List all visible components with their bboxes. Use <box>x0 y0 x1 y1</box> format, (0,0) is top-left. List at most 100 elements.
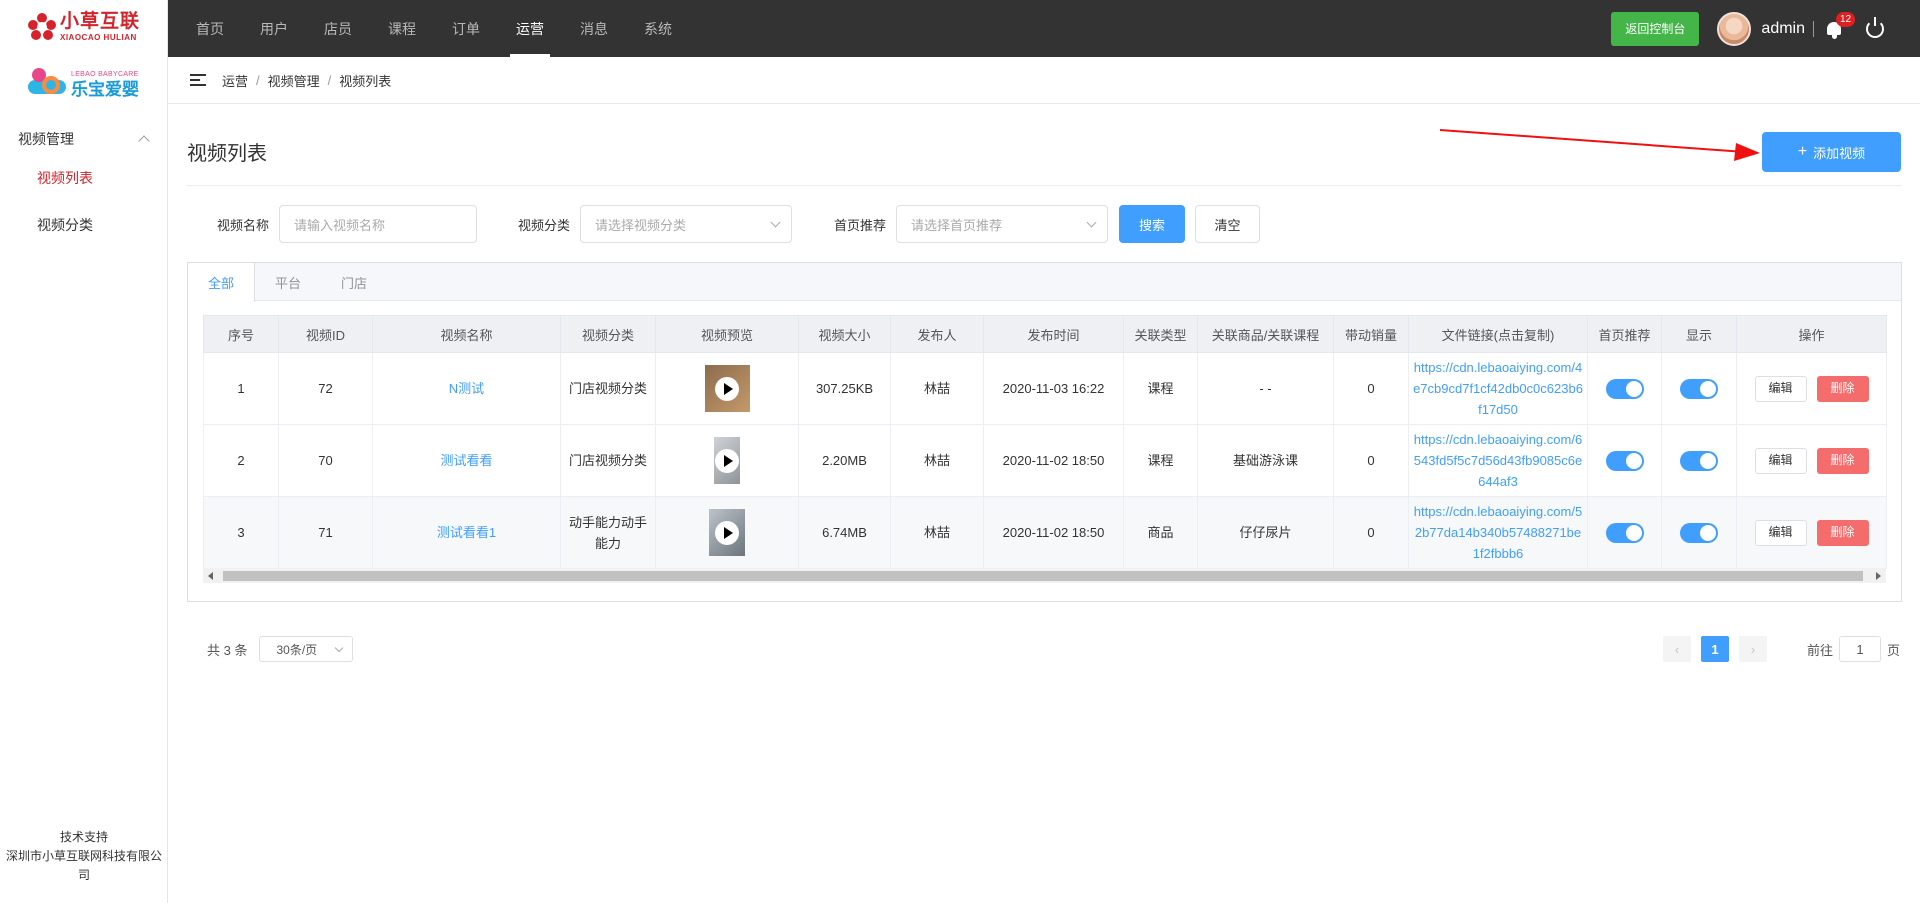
nav-courses[interactable]: 课程 <box>370 0 434 57</box>
tab-all[interactable]: 全部 <box>188 263 256 302</box>
col-rel-type: 关联类型 <box>1123 315 1198 353</box>
edit-button[interactable]: 编辑 <box>1754 519 1807 546</box>
avatar[interactable] <box>1717 11 1752 46</box>
search-button[interactable]: 搜索 <box>1119 205 1185 243</box>
cell-publisher: 林喆 <box>890 424 984 497</box>
next-page-button[interactable]: › <box>1739 636 1767 662</box>
page-size-value: 30条/页 <box>276 642 318 657</box>
video-thumbnail[interactable] <box>704 365 750 412</box>
video-name-link[interactable]: 测试看看1 <box>437 525 496 540</box>
recommend-toggle[interactable] <box>1605 378 1644 399</box>
delete-button[interactable]: 删除 <box>1816 519 1869 546</box>
username[interactable]: admin <box>1761 20 1805 38</box>
tech-support: 技术支持 深圳市小草互联网科技有限公司 <box>0 828 168 885</box>
nav-staff[interactable]: 店员 <box>306 0 370 57</box>
cell-size: 2.20MB <box>798 424 891 497</box>
power-icon[interactable] <box>1866 16 1884 38</box>
sidebar: 小草互联 XIAOCAO HULIAN LEBAO BABYCARE 乐宝爱婴 … <box>0 0 168 903</box>
scrollbar-thumb[interactable] <box>223 571 1863 581</box>
filter-category: 视频分类 请选择视频分类 <box>518 205 793 243</box>
support-title: 技术支持 <box>59 830 108 844</box>
top-nav: 首页 用户 店员 课程 订单 运营 消息 系统 <box>168 0 690 57</box>
nav-operations[interactable]: 运营 <box>498 0 562 57</box>
menu-toggle-icon[interactable] <box>190 74 206 86</box>
cell-time: 2020-11-02 18:50 <box>983 496 1124 569</box>
table-row: 3 71 测试看看1 动手能力动手能力 6.74MB 林喆 2020-11-02… <box>203 496 1887 569</box>
video-thumbnail[interactable] <box>709 509 745 556</box>
nav-system[interactable]: 系统 <box>626 0 690 57</box>
video-category-placeholder: 请选择视频分类 <box>595 217 687 233</box>
nav-messages[interactable]: 消息 <box>562 0 626 57</box>
video-name-input[interactable]: 请输入视频名称 <box>279 205 478 243</box>
nav-users[interactable]: 用户 <box>242 0 306 57</box>
cell-rel-item: - - <box>1197 352 1334 425</box>
xiaocao-logo: 小草互联 XIAOCAO HULIAN <box>28 10 140 44</box>
delete-button[interactable]: 删除 <box>1816 375 1869 402</box>
video-name-link[interactable]: 测试看看 <box>440 453 492 468</box>
col-recommend: 首页推荐 <box>1587 315 1662 353</box>
table-header-row: 序号 视频ID 视频名称 视频分类 视频预览 视频大小 发布人 发布时间 关联类… <box>203 315 1887 353</box>
cell-index: 1 <box>203 352 279 425</box>
prev-page-button[interactable]: ‹ <box>1663 636 1691 662</box>
add-video-button[interactable]: + 添加视频 <box>1762 132 1901 172</box>
col-visible: 显示 <box>1661 315 1737 353</box>
cell-size: 6.74MB <box>798 496 891 569</box>
filter-category-label: 视频分类 <box>518 217 571 233</box>
cell-size: 307.25KB <box>798 352 891 425</box>
cell-rel-item: 基础游泳课 <box>1197 424 1334 497</box>
sidebar-item-video-category[interactable]: 视频分类 <box>0 201 168 248</box>
cell-index: 2 <box>203 424 279 497</box>
lebao-logo-zh: 乐宝爱婴 <box>71 79 139 99</box>
col-publisher: 发布人 <box>890 315 984 353</box>
col-preview: 视频预览 <box>655 315 799 353</box>
breadcrumb-item-video-manage[interactable]: 视频管理 <box>268 71 320 90</box>
recommend-toggle[interactable] <box>1605 450 1644 471</box>
page-title: 视频列表 <box>187 143 267 165</box>
logo-text-en: XIAOCAO HULIAN <box>60 33 137 42</box>
file-url-link[interactable]: https://cdn.lebaoaiying.com/52b77da14b34… <box>1414 504 1582 561</box>
visible-toggle[interactable] <box>1680 522 1718 543</box>
video-category-select[interactable]: 请选择视频分类 <box>580 205 793 243</box>
col-time: 发布时间 <box>983 315 1124 353</box>
tab-platform[interactable]: 平台 <box>255 263 321 301</box>
pagination-summary: 共 3 条 30条/页 <box>207 636 354 662</box>
visible-toggle[interactable] <box>1680 378 1718 399</box>
file-url-link[interactable]: https://cdn.lebaoaiying.com/6543fd5f5c7d… <box>1414 432 1582 489</box>
back-to-console-button[interactable]: 返回控制台 <box>1611 11 1700 46</box>
breadcrumb-item-operations[interactable]: 运营 <box>222 71 248 90</box>
video-table: 序号 视频ID 视频名称 视频分类 视频预览 视频大小 发布人 发布时间 关联类… <box>203 315 1887 569</box>
edit-button[interactable]: 编辑 <box>1754 375 1807 402</box>
cell-sales: 0 <box>1333 496 1409 569</box>
chevron-down-icon <box>1086 217 1097 228</box>
scroll-right-icon[interactable] <box>1876 572 1881 580</box>
goto-prefix: 前往 <box>1807 642 1834 658</box>
delete-button[interactable]: 删除 <box>1816 447 1869 474</box>
bell-icon[interactable]: 12 <box>1824 11 1856 40</box>
goto-suffix: 页 <box>1887 642 1901 658</box>
recommend-select[interactable]: 请选择首页推荐 <box>896 205 1109 243</box>
table-row: 2 70 测试看看 门店视频分类 2.20MB 林喆 2020-11-02 18… <box>203 424 1887 497</box>
video-name-link[interactable]: N测试 <box>449 381 484 396</box>
support-company: 深圳市小草互联网科技有限公司 <box>6 849 163 882</box>
scroll-left-icon[interactable] <box>208 572 213 580</box>
filter-name: 视频名称 请输入视频名称 <box>217 205 478 243</box>
file-url-link[interactable]: https://cdn.lebaoaiying.com/4e7cb9cd7f1c… <box>1413 360 1583 417</box>
cell-time: 2020-11-03 16:22 <box>983 352 1124 425</box>
horizontal-scrollbar[interactable] <box>203 568 1886 583</box>
recommend-toggle[interactable] <box>1605 522 1644 543</box>
page-number-current[interactable]: 1 <box>1701 636 1729 662</box>
video-name-placeholder: 请输入视频名称 <box>294 217 386 233</box>
sidebar-item-video-list[interactable]: 视频列表 <box>0 154 168 201</box>
clear-button[interactable]: 清空 <box>1195 205 1260 243</box>
nav-orders[interactable]: 订单 <box>434 0 498 57</box>
tab-store[interactable]: 门店 <box>321 263 387 301</box>
menu-group-title[interactable]: 视频管理 <box>0 124 168 154</box>
page-size-select[interactable]: 30条/页 <box>259 636 354 662</box>
chevron-down-icon <box>770 217 781 228</box>
video-thumbnail[interactable] <box>714 437 740 484</box>
edit-button[interactable]: 编辑 <box>1754 447 1807 474</box>
page-jump-input[interactable]: 1 <box>1839 636 1882 662</box>
nav-home[interactable]: 首页 <box>178 0 242 57</box>
visible-toggle[interactable] <box>1680 450 1718 471</box>
video-table-card: 全部 平台 门店 序号 视频ID 视频名称 视频分类 视频预览 视频大小 发布人… <box>187 262 1902 602</box>
